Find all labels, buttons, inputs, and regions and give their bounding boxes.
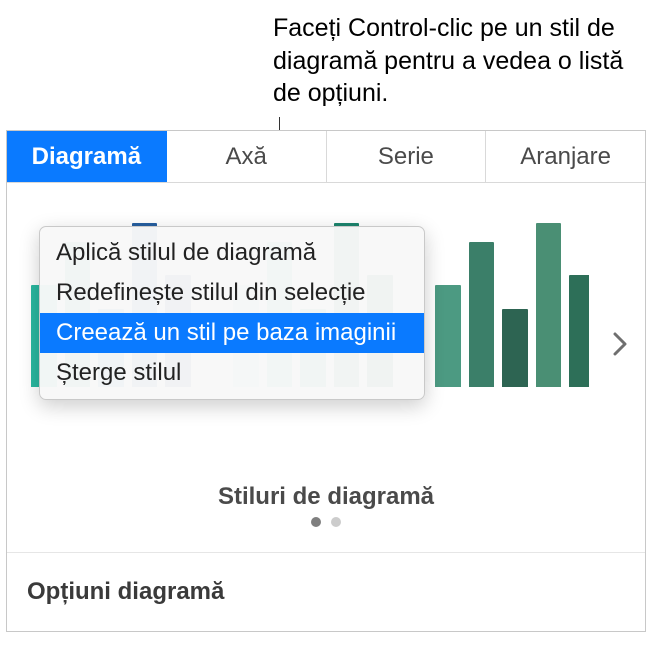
chevron-right-icon	[613, 332, 627, 356]
menu-create-style[interactable]: Creează un stil pe baza imaginii	[40, 313, 424, 353]
page-dot[interactable]	[311, 517, 321, 527]
menu-apply-style[interactable]: Aplică stilul de diagramă	[40, 233, 424, 273]
menu-redefine-style[interactable]: Redefinește stilul din selecție	[40, 273, 424, 313]
tab-series[interactable]: Serie	[327, 131, 487, 182]
page-dots	[7, 517, 645, 527]
thumb-bar	[502, 309, 528, 387]
thumb-bar	[536, 223, 562, 387]
page-dot[interactable]	[331, 517, 341, 527]
menu-delete-style[interactable]: Șterge stilul	[40, 353, 424, 393]
chart-styles-title: Stiluri de diagramă	[7, 483, 645, 511]
options-disclosure[interactable]: Opțiuni diagramă	[7, 553, 645, 631]
tab-diagram[interactable]: Diagramă	[7, 131, 167, 182]
callout-annotation: Faceți Control-clic pe un stil de diagra…	[273, 12, 628, 110]
thumb-bar	[469, 242, 495, 387]
tab-arrange[interactable]: Aranjare	[486, 131, 645, 182]
next-page-arrow[interactable]	[609, 325, 631, 363]
thumb-bar	[569, 275, 589, 387]
context-menu: Aplică stilul de diagramă Redefinește st…	[39, 226, 425, 400]
chart-style-thumb[interactable]	[429, 201, 589, 391]
tab-axis[interactable]: Axă	[167, 131, 327, 182]
tab-bar: Diagramă Axă Serie Aranjare	[7, 131, 645, 183]
thumb-bar	[435, 285, 461, 387]
